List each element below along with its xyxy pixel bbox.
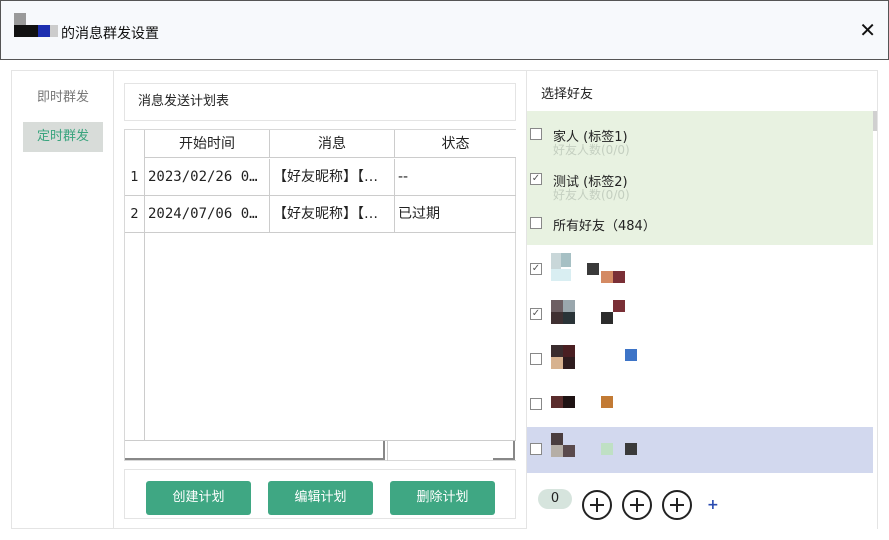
cell-status: -- xyxy=(398,169,409,185)
table-row[interactable]: 1 2023/02/26 0… 【好友昵称】【… -- xyxy=(125,159,516,196)
nav-instant-broadcast[interactable]: 即时群发 xyxy=(23,83,103,113)
checkbox[interactable] xyxy=(530,217,542,229)
column-start-time[interactable]: 开始时间 xyxy=(145,130,270,158)
table-header: 开始时间 消息 状态 xyxy=(145,130,516,158)
plan-actions: 创建计划 编辑计划 删除计划 xyxy=(124,469,516,519)
list-item[interactable]: ✓ xyxy=(527,292,873,336)
add-circle-icon[interactable] xyxy=(582,490,612,520)
checkbox[interactable]: ✓ xyxy=(530,263,542,275)
tag-count: 好友人数(0/0) xyxy=(553,188,630,202)
tag-item-test[interactable]: ✓ 测试 (标签2) 好友人数(0/0) xyxy=(527,156,873,202)
mode-nav: 即时群发 定时群发 xyxy=(11,70,113,529)
add-circle-icon[interactable] xyxy=(622,490,652,520)
list-item[interactable]: ✓ xyxy=(527,247,873,291)
plus-icon[interactable]: + xyxy=(707,497,719,513)
tag-item-all-friends[interactable]: 所有好友（484） xyxy=(527,203,873,243)
cell-message: 【好友昵称】【… xyxy=(270,196,395,233)
avatar xyxy=(551,300,577,328)
scrollbar-thumb[interactable] xyxy=(125,441,385,460)
friend-panel: 选择好友 家人 (标签1) 好友人数(0/0) ✓ 测试 (标签2) 好友人数(… xyxy=(527,70,878,529)
selected-count-badge: 0 xyxy=(538,489,572,509)
edit-plan-button[interactable]: 编辑计划 xyxy=(268,481,373,515)
avatar xyxy=(551,253,577,281)
row-number: 2 xyxy=(125,196,145,233)
checkbox[interactable] xyxy=(530,398,542,410)
list-item[interactable] xyxy=(527,382,873,426)
tag-label: 所有好友（484） xyxy=(553,219,656,234)
create-plan-button[interactable]: 创建计划 xyxy=(146,481,251,515)
avatar xyxy=(14,13,64,39)
checkbox[interactable] xyxy=(530,353,542,365)
row-number: 1 xyxy=(125,159,145,196)
window-title: 的消息群发设置 xyxy=(61,26,159,42)
checkbox[interactable] xyxy=(530,443,542,455)
friend-list: 家人 (标签1) 好友人数(0/0) ✓ 测试 (标签2) 好友人数(0/0) … xyxy=(527,111,873,473)
delete-plan-button[interactable]: 删除计划 xyxy=(390,481,495,515)
plan-table-title: 消息发送计划表 xyxy=(124,83,516,121)
column-message[interactable]: 消息 xyxy=(270,130,395,158)
scrollbar-corner xyxy=(493,441,515,460)
close-icon[interactable]: ✕ xyxy=(859,20,876,40)
title-bar: 的消息群发设置 ✕ xyxy=(0,0,889,60)
nav-scheduled-broadcast[interactable]: 定时群发 xyxy=(23,122,103,152)
cell-start-time: 2023/02/26 0… xyxy=(145,159,270,196)
checkbox[interactable]: ✓ xyxy=(530,308,542,320)
plan-table: 开始时间 消息 状态 1 2023/02/26 0… 【好友昵称】【… -- 2… xyxy=(124,129,516,461)
row-header-divider xyxy=(144,130,145,440)
friend-panel-title: 选择好友 xyxy=(541,87,594,102)
cell-status: 已过期 xyxy=(398,206,440,222)
cell-start-time: 2024/07/06 0… xyxy=(145,196,270,233)
list-item[interactable] xyxy=(527,337,873,381)
cell-message: 【好友昵称】【… xyxy=(270,159,395,196)
plan-panel: 消息发送计划表 开始时间 消息 状态 1 2023/02/26 0… 【好友昵称… xyxy=(113,70,527,529)
avatar xyxy=(551,396,577,424)
column-status[interactable]: 状态 xyxy=(395,130,516,158)
checkbox[interactable]: ✓ xyxy=(530,173,542,185)
add-circle-icon[interactable] xyxy=(662,490,692,520)
checkbox[interactable] xyxy=(530,128,542,140)
table-row[interactable]: 2 2024/07/06 0… 【好友昵称】【… 已过期 xyxy=(125,196,516,233)
avatar xyxy=(551,345,577,373)
avatar xyxy=(551,433,577,461)
list-item[interactable] xyxy=(527,427,873,473)
horizontal-scrollbar[interactable] xyxy=(125,440,516,461)
tag-item-family[interactable]: 家人 (标签1) 好友人数(0/0) xyxy=(527,111,873,157)
